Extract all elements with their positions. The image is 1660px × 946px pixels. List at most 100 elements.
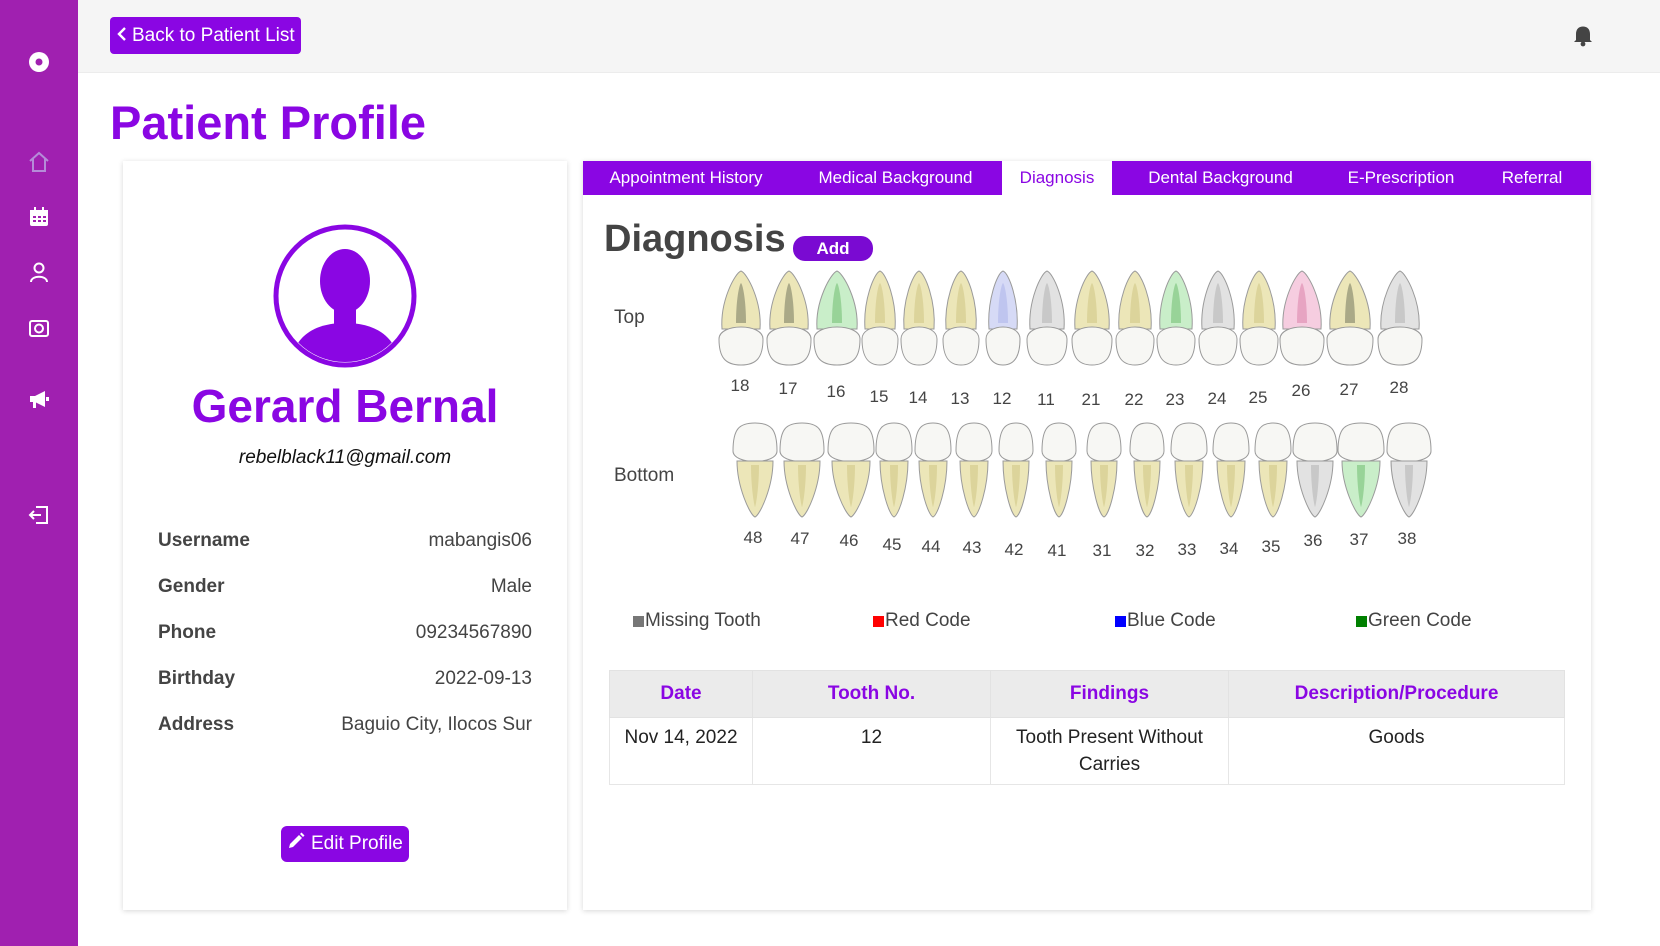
cell-description: Goods — [1228, 717, 1565, 785]
tooth-number: 36 — [1304, 531, 1323, 550]
profile-card: Gerard Bernal rebelblack11@gmail.com Use… — [123, 161, 567, 910]
info-value: Male — [490, 576, 532, 597]
legend-swatch — [873, 615, 884, 627]
tooth-number: 33 — [1178, 540, 1197, 559]
user-icon[interactable] — [23, 256, 55, 288]
tooth-number: 21 — [1082, 390, 1101, 409]
calendar-icon[interactable] — [23, 201, 55, 233]
column-header-date: Date — [609, 670, 753, 718]
info-row-username: Username mabangis06 — [158, 530, 532, 552]
tooth-number: 48 — [744, 528, 763, 547]
patient-name: Gerard Bernal — [191, 380, 499, 432]
tooth-25[interactable]: 25 — [1239, 270, 1279, 407]
tooth-44[interactable]: 44 — [914, 422, 952, 556]
tooth-number: 26 — [1292, 381, 1311, 400]
edit-profile-button[interactable]: Edit Profile — [281, 826, 409, 862]
info-value: 09234567890 — [415, 622, 532, 643]
tooth-number: 37 — [1350, 530, 1369, 549]
page-title: Patient Profile — [110, 96, 427, 149]
tooth-number: 17 — [779, 379, 798, 398]
cell-tooth-no: 12 — [752, 717, 991, 785]
tooth-number: 13 — [951, 389, 970, 408]
info-value: Baguio City, Ilocos Sur — [341, 714, 532, 735]
logo-icon[interactable] — [23, 46, 55, 78]
info-row-phone: Phone 09234567890 — [158, 622, 532, 644]
tooth-32[interactable]: 32 — [1129, 422, 1165, 560]
tooth-23[interactable]: 23 — [1156, 270, 1196, 409]
tooth-35[interactable]: 35 — [1254, 422, 1292, 556]
tooth-34[interactable]: 34 — [1212, 422, 1250, 558]
legend-missing-tooth: Missing Tooth — [633, 610, 761, 632]
tooth-46[interactable]: 46 — [827, 422, 875, 550]
tooth-number: 28 — [1390, 378, 1409, 397]
top-bar: Back to Patient List — [78, 0, 1660, 73]
home-icon[interactable] — [23, 146, 55, 178]
tooth-13[interactable]: 13 — [942, 270, 980, 408]
main-card: Appointment History Medical Background D… — [583, 161, 1591, 910]
logout-icon[interactable] — [23, 499, 55, 531]
megaphone-icon[interactable] — [23, 383, 55, 415]
tooth-12[interactable]: 12 — [985, 270, 1021, 408]
tooth-number: 23 — [1166, 390, 1185, 409]
tooth-number: 14 — [909, 388, 928, 407]
legend-swatch — [1115, 615, 1126, 627]
tooth-38[interactable]: 38 — [1386, 422, 1432, 548]
tooth-45[interactable]: 45 — [875, 422, 913, 554]
tooth-14[interactable]: 14 — [900, 270, 938, 407]
info-label: Phone — [158, 622, 217, 643]
tooth-47[interactable]: 47 — [779, 422, 825, 548]
tooth-31[interactable]: 31 — [1086, 422, 1122, 560]
camera-icon[interactable] — [23, 312, 55, 344]
tooth-33[interactable]: 33 — [1170, 422, 1208, 559]
tooth-number: 27 — [1340, 380, 1359, 399]
legend-red-code: Red Code — [873, 610, 971, 632]
table-row[interactable]: Nov 14, 2022 12 Tooth Present Without Ca… — [609, 717, 1565, 785]
tooth-37[interactable]: 37 — [1337, 422, 1385, 549]
tooth-42[interactable]: 42 — [998, 422, 1034, 559]
tooth-number: 34 — [1220, 539, 1239, 558]
tooth-48[interactable]: 48 — [732, 422, 778, 547]
tooth-number: 41 — [1048, 541, 1067, 560]
tooth-11[interactable]: 11 — [1026, 270, 1068, 409]
tooth-number: 12 — [993, 389, 1012, 408]
avatar — [272, 223, 418, 369]
legend-label: Red Code — [885, 610, 971, 631]
legend-blue-code: Blue Code — [1115, 610, 1216, 632]
column-header-description: Description/Procedure — [1228, 670, 1565, 718]
tooth-16[interactable]: 16 — [813, 270, 861, 401]
tooth-41[interactable]: 41 — [1041, 422, 1077, 560]
tooth-15[interactable]: 15 — [861, 270, 899, 406]
tooth-36[interactable]: 36 — [1292, 422, 1338, 550]
info-value: mabangis06 — [428, 530, 532, 551]
tooth-43[interactable]: 43 — [955, 422, 993, 557]
tooth-17[interactable]: 17 — [766, 270, 812, 398]
info-value: 2022-09-13 — [434, 668, 532, 689]
cell-findings: Tooth Present Without Carries — [990, 717, 1229, 785]
tooth-number: 35 — [1262, 537, 1281, 556]
tooth-number: 45 — [883, 535, 902, 554]
tooth-number: 38 — [1398, 529, 1417, 548]
info-label: Username — [158, 530, 250, 551]
back-to-patient-list-button[interactable]: Back to Patient List — [110, 17, 301, 54]
tooth-number: 42 — [1005, 540, 1024, 559]
diagnosis-table: Date Tooth No. Findings Description/Proc… — [609, 670, 1565, 785]
tooth-number: 32 — [1136, 541, 1155, 560]
tooth-24[interactable]: 24 — [1198, 270, 1238, 408]
tooth-28[interactable]: 28 — [1377, 270, 1423, 397]
tooth-18[interactable]: 18 — [718, 270, 764, 395]
info-label: Birthday — [158, 668, 236, 689]
info-label: Gender — [158, 576, 225, 597]
dental-chart: 18 17 16 15 14 13 12 11 21 22 23 24 25 26 27 28 48 47 46 45… — [718, 270, 1432, 560]
bell-icon[interactable] — [1570, 22, 1596, 48]
legend-label: Green Code — [1368, 610, 1472, 631]
info-row-gender: Gender Male — [158, 576, 532, 598]
info-row-birthday: Birthday 2022-09-13 — [158, 668, 532, 690]
patient-email: rebelblack11@gmail.com — [238, 447, 452, 468]
tooth-22[interactable]: 22 — [1115, 270, 1155, 409]
legend-green-code: Green Code — [1356, 610, 1472, 632]
tooth-number: 44 — [922, 537, 941, 556]
tooth-number: 24 — [1208, 389, 1227, 408]
tooth-21[interactable]: 21 — [1071, 270, 1113, 409]
tooth-27[interactable]: 27 — [1326, 270, 1374, 399]
tooth-26[interactable]: 26 — [1279, 270, 1325, 400]
